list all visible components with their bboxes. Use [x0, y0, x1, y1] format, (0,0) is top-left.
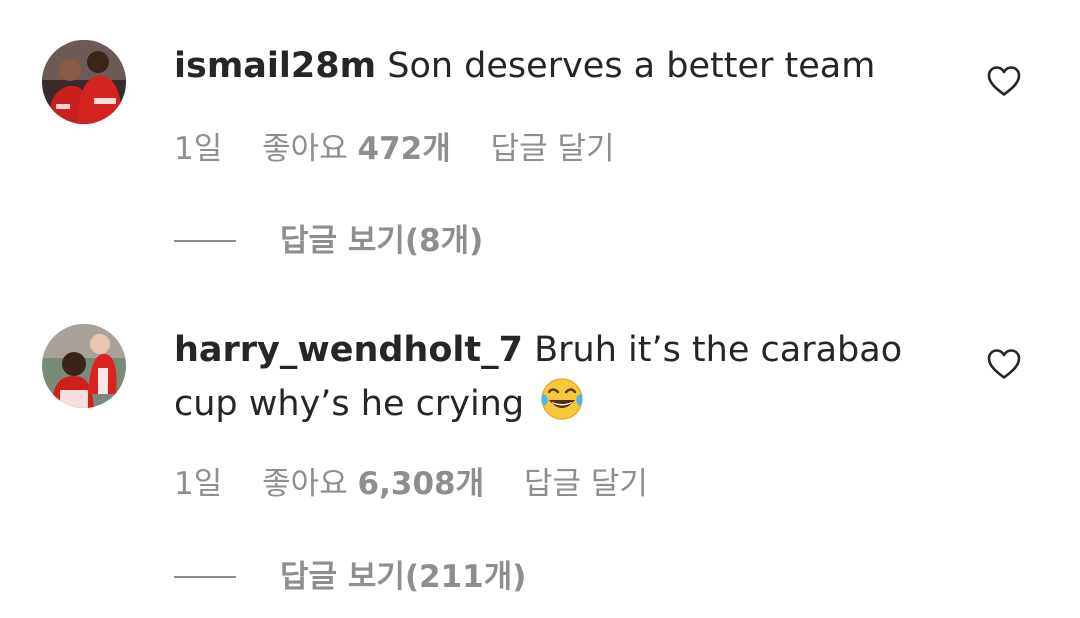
avatar[interactable] [42, 40, 126, 124]
comment-meta: 1일 좋아요 6,308개 답글 달기 [174, 464, 648, 504]
user-avatar-icon [42, 40, 126, 124]
user-avatar-icon [42, 324, 126, 408]
comment-username[interactable]: harry_wendholt_7 [174, 330, 523, 370]
comment-time: 1일 [174, 466, 223, 502]
likes-count: 472개 [357, 131, 451, 167]
comment-likes[interactable]: 좋아요 472개 [262, 129, 451, 169]
comment-meta: 1일 좋아요 472개 답글 달기 [174, 129, 615, 169]
heart-outline-icon[interactable] [986, 65, 1022, 97]
likes-count: 6,308개 [357, 466, 485, 502]
likes-label: 좋아요 [262, 131, 348, 167]
reply-button[interactable]: 답글 달기 [524, 464, 648, 504]
avatar[interactable] [42, 324, 126, 408]
view-replies-label: 답글 보기(8개) [280, 223, 484, 259]
comment-body: Son deserves a better team [387, 46, 876, 86]
comment-username[interactable]: ismail28m [174, 46, 376, 86]
comment-time: 1일 [174, 131, 223, 167]
tears-of-joy-emoji-icon [539, 376, 585, 437]
view-replies-label: 답글 보기(211개) [280, 559, 527, 595]
reply-button[interactable]: 답글 달기 [491, 129, 615, 169]
comment-likes[interactable]: 좋아요 6,308개 [262, 464, 484, 504]
comment-text: ismail28m Son deserves a better team [174, 41, 964, 92]
comment-text: harry_wendholt_7 Bruh it’s the carabao c… [174, 325, 964, 437]
view-replies-divider [174, 240, 236, 242]
likes-label: 좋아요 [262, 466, 348, 502]
heart-outline-icon[interactable] [986, 348, 1022, 380]
view-replies-divider [174, 576, 236, 578]
